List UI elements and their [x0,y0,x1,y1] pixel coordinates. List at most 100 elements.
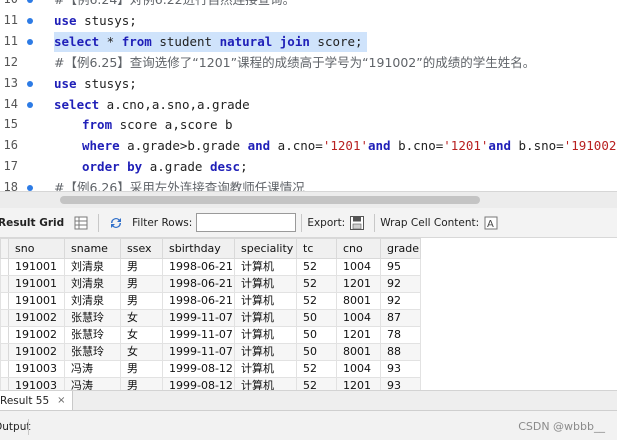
code-line[interactable]: 18 #【例6.26】采用左外连接查询教师任课情况 [0,177,617,192]
cell-speciality[interactable]: 计算机 [234,292,297,310]
cell-sname[interactable]: 张慧玲 [64,343,121,361]
column-header-ssex[interactable]: ssex [120,238,163,259]
row-header-cell[interactable] [0,275,9,293]
cell-ssex[interactable]: 男 [120,360,163,378]
code-line[interactable]: 14 select a.cno,a.sno,a.grade [0,94,617,115]
cell-grade[interactable]: 92 [380,275,421,293]
cell-sbirthday[interactable]: 1999-08-12 [162,377,235,390]
cell-sbirthday[interactable]: 1999-11-07 [162,343,235,361]
column-header-sno[interactable]: sno [8,238,65,259]
cell-tc[interactable]: 50 [296,309,337,327]
cell-cno[interactable]: 1201 [336,377,381,390]
cell-ssex[interactable]: 女 [120,343,163,361]
row-header-cell[interactable] [0,258,9,276]
result-tab[interactable]: Result 55 × [0,391,73,410]
cell-sbirthday[interactable]: 1999-11-07 [162,326,235,344]
cell-sno[interactable]: 191002 [8,309,65,327]
sql-editor[interactable]: 10#【例6.24】对例6.22进行自然连接查询。11use stusys;11… [0,0,617,192]
code-line[interactable]: 16 where a.grade>b.grade and a.cno='1201'… [0,135,617,156]
cell-sbirthday[interactable]: 1998-06-21 [162,258,235,276]
cell-speciality[interactable]: 计算机 [234,360,297,378]
export-icon[interactable] [348,214,366,232]
cell-tc[interactable]: 50 [296,326,337,344]
column-header-cno[interactable]: cno [336,238,381,259]
wrap-cell-icon[interactable]: A [482,214,500,232]
cell-sno[interactable]: 191003 [8,360,65,378]
column-header-grade[interactable]: grade [380,238,421,259]
cell-speciality[interactable]: 计算机 [234,275,297,293]
cell-tc[interactable]: 52 [296,377,337,390]
cell-sbirthday[interactable]: 1998-06-21 [162,292,235,310]
cell-sno[interactable]: 191002 [8,326,65,344]
table-row[interactable]: 191002 张慧玲女 1999-11-07 计算机 50 1201 78 [0,326,421,344]
cell-grade[interactable]: 88 [380,343,421,361]
cell-ssex[interactable]: 男 [120,377,163,390]
cell-sname[interactable]: 刘清泉 [64,292,121,310]
cell-ssex[interactable]: 女 [120,326,163,344]
cell-sname[interactable]: 张慧玲 [64,326,121,344]
grid-view-icon[interactable] [72,214,90,232]
editor-horizontal-scrollbar[interactable] [0,191,617,208]
cell-speciality[interactable]: 计算机 [234,377,297,390]
cell-sname[interactable]: 刘清泉 [64,258,121,276]
row-header-cell[interactable] [0,292,9,310]
table-row[interactable]: 191002 张慧玲女 1999-11-07 计算机 50 1004 87 [0,309,421,327]
cell-tc[interactable]: 52 [296,360,337,378]
code-line[interactable]: 17 order by a.grade desc; [0,156,617,177]
cell-grade[interactable]: 92 [380,292,421,310]
table-row[interactable]: 191002 张慧玲女 1999-11-07 计算机 50 8001 88 [0,343,421,361]
cell-cno[interactable]: 1004 [336,360,381,378]
cell-tc[interactable]: 50 [296,343,337,361]
code-line[interactable]: 13 use stusys; [0,73,617,94]
table-row[interactable]: 191001 刘清泉男 1998-06-21 计算机 52 8001 92 [0,292,421,310]
result-grid[interactable]: sno sname ssex sbirthday speciality tc cno grad… [0,238,617,390]
cell-sno[interactable]: 191003 [8,377,65,390]
cell-tc[interactable]: 52 [296,292,337,310]
column-header-sbirthday[interactable]: sbirthday [162,238,235,259]
cell-cno[interactable]: 1004 [336,309,381,327]
cell-sbirthday[interactable]: 1999-08-12 [162,360,235,378]
cell-sname[interactable]: 冯涛 [64,377,121,390]
row-header-cell[interactable] [0,360,9,378]
code-line[interactable]: 12 #【例6.25】查询选修了“1201”课程的成绩高于学号为“191002”的… [0,52,617,73]
refresh-icon[interactable] [107,214,125,232]
code-line[interactable]: 11 use stusys; [0,10,617,31]
cell-tc[interactable]: 52 [296,275,337,293]
cell-speciality[interactable]: 计算机 [234,343,297,361]
cell-grade[interactable]: 93 [380,360,421,378]
close-tab-icon[interactable]: × [57,395,65,406]
code-line[interactable]: 11 select * from student natural join sco… [0,31,617,52]
row-header-cell[interactable] [0,309,9,327]
cell-sno[interactable]: 191001 [8,275,65,293]
scrollbar-thumb[interactable] [60,196,480,204]
cell-sname[interactable]: 张慧玲 [64,309,121,327]
cell-ssex[interactable]: 男 [120,258,163,276]
row-header-cell[interactable] [0,343,9,361]
result-grid-tab[interactable]: Result Grid [0,217,64,229]
cell-speciality[interactable]: 计算机 [234,258,297,276]
code-line[interactable]: 10 #【例6.24】对例6.22进行自然连接查询。 [0,0,617,10]
cell-ssex[interactable]: 女 [120,309,163,327]
cell-sno[interactable]: 191001 [8,292,65,310]
cell-tc[interactable]: 52 [296,258,337,276]
cell-cno[interactable]: 1201 [336,275,381,293]
cell-grade[interactable]: 93 [380,377,421,390]
cell-grade[interactable]: 95 [380,258,421,276]
table-row[interactable]: 191003 冯涛男 1999-08-12 计算机 52 1004 93 [0,360,421,378]
column-header-tc[interactable]: tc [296,238,337,259]
cell-grade[interactable]: 87 [380,309,421,327]
cell-sno[interactable]: 191001 [8,258,65,276]
cell-grade[interactable]: 78 [380,326,421,344]
cell-cno[interactable]: 1004 [336,258,381,276]
column-header-sname[interactable]: sname [64,238,121,259]
column-header-speciality[interactable]: speciality [234,238,297,259]
cell-speciality[interactable]: 计算机 [234,326,297,344]
cell-ssex[interactable]: 男 [120,275,163,293]
table-row[interactable]: 191001 刘清泉男 1998-06-21 计算机 52 1201 92 [0,275,421,293]
cell-sname[interactable]: 冯涛 [64,360,121,378]
row-header-cell[interactable] [0,377,9,390]
filter-rows-input[interactable] [196,213,297,232]
cell-sbirthday[interactable]: 1999-11-07 [162,309,235,327]
table-row[interactable]: 191001 刘清泉男 1998-06-21 计算机 52 1004 95 [0,258,421,276]
cell-sbirthday[interactable]: 1998-06-21 [162,275,235,293]
